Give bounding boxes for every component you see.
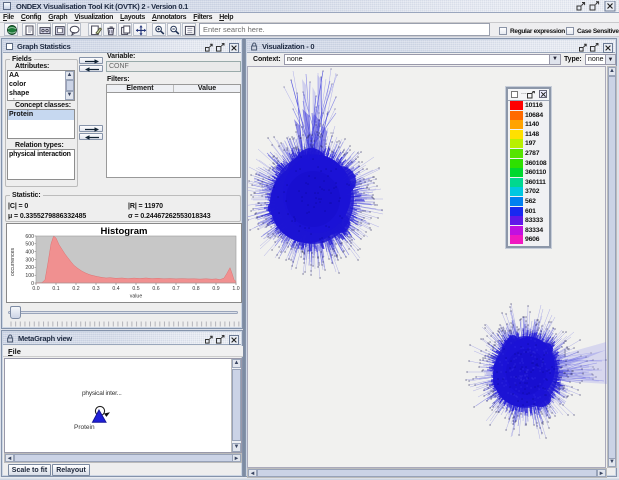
svg-text:0.4: 0.4 <box>112 286 119 292</box>
svg-text:400: 400 <box>25 250 34 256</box>
svg-text:300: 300 <box>25 257 34 263</box>
svg-text:0.2: 0.2 <box>72 286 79 292</box>
svg-text:200: 200 <box>25 265 34 271</box>
svg-text:0.6: 0.6 <box>152 286 159 292</box>
svg-text:0.7: 0.7 <box>172 286 179 292</box>
svg-text:0.9: 0.9 <box>212 286 219 292</box>
svg-text:0.8: 0.8 <box>192 286 199 292</box>
svg-text:600: 600 <box>25 234 34 240</box>
svg-text:0.0: 0.0 <box>32 286 39 292</box>
svg-text:500: 500 <box>25 242 34 248</box>
svg-text:occurrences: occurrences <box>10 247 16 276</box>
svg-text:1.0: 1.0 <box>232 286 239 292</box>
svg-text:0.1: 0.1 <box>52 286 59 292</box>
svg-text:0.5: 0.5 <box>132 286 139 292</box>
svg-text:100: 100 <box>25 273 34 279</box>
svg-text:Histogram: Histogram <box>101 226 148 237</box>
svg-text:value: value <box>130 294 143 300</box>
svg-text:0.3: 0.3 <box>92 286 99 292</box>
